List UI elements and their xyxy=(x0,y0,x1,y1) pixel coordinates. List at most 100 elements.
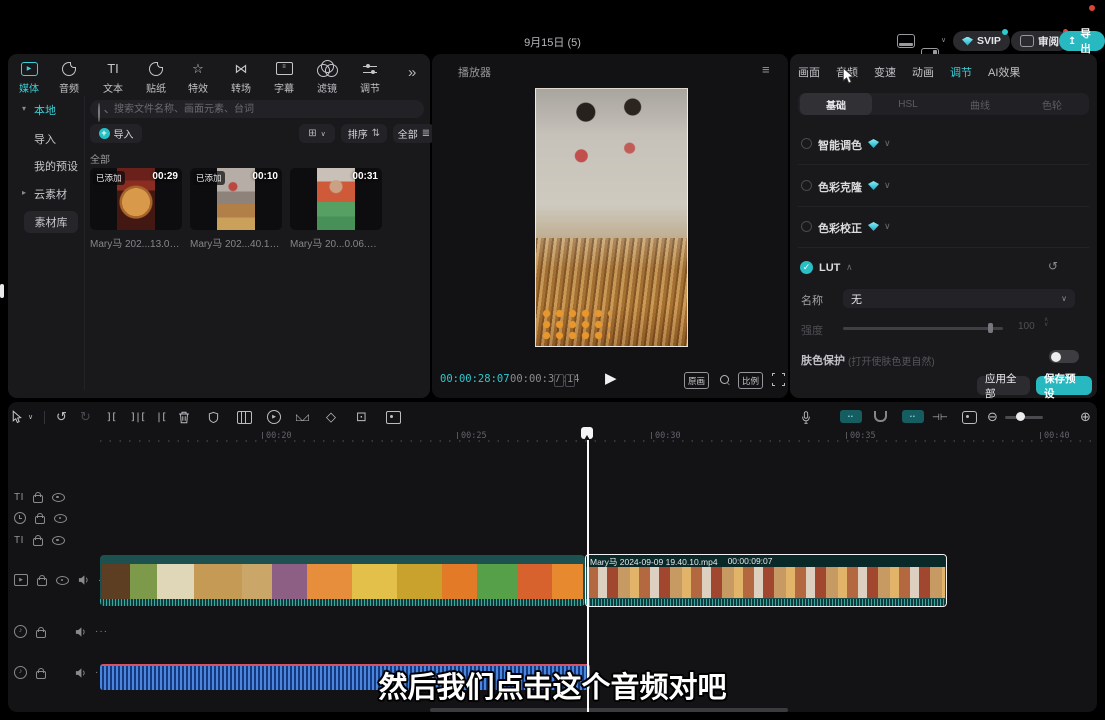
subtab-color-wheel[interactable]: 色轮 xyxy=(1016,93,1088,115)
zoom-in-button[interactable]: ⊕ xyxy=(1080,408,1091,426)
slider-handle[interactable] xyxy=(988,323,993,333)
record-voiceover-button[interactable] xyxy=(801,408,811,426)
skin-protect-toggle[interactable] xyxy=(1049,350,1079,363)
tab-transitions[interactable]: ⋈ 转场 xyxy=(220,60,262,95)
split-delete-right-button[interactable]: |[ xyxy=(156,408,166,426)
fullscreen-icon[interactable] xyxy=(772,373,785,386)
snap-toggle[interactable] xyxy=(874,411,887,422)
ratio-button[interactable]: 比例 xyxy=(738,372,763,389)
sidebar-item-library[interactable]: 素材库 xyxy=(24,211,78,233)
lock-icon[interactable] xyxy=(35,516,45,524)
playhead-handle[interactable] xyxy=(581,427,593,439)
mirror-button[interactable]: ◺◿ xyxy=(296,408,308,426)
fit-timeline-button[interactable] xyxy=(962,408,977,426)
svip-button[interactable]: SVIP xyxy=(953,31,1010,51)
tab-speed[interactable]: 变速 xyxy=(874,64,896,80)
chevron-down-icon[interactable]: ∨ xyxy=(884,180,891,191)
import-media-button[interactable]: + 导入 xyxy=(90,124,142,143)
mask-button[interactable] xyxy=(208,408,219,426)
video-preview[interactable] xyxy=(535,88,688,347)
sidebar-item-local[interactable]: 本地 xyxy=(34,102,56,118)
tab-adjust[interactable]: 调节 xyxy=(349,60,391,95)
video-clip-2-selected[interactable]: Mary马 2024-09-09 19.40.10.mp4 00:00:09:0… xyxy=(585,554,947,607)
tab-media[interactable]: ▶ 媒体 xyxy=(8,60,50,95)
tab-animation[interactable]: 动画 xyxy=(912,64,934,80)
lock-icon[interactable] xyxy=(37,578,47,586)
select-tool-chevron[interactable]: ∨ xyxy=(28,408,33,426)
sidebar-item-presets[interactable]: 我的预设 xyxy=(34,158,78,174)
layout-chevron-icon[interactable]: ∨ xyxy=(941,36,946,44)
view-mode-button[interactable]: ⊞ ∨ xyxy=(299,124,335,143)
chevron-down-icon[interactable]: ∨ xyxy=(884,221,891,232)
lock-icon[interactable] xyxy=(33,495,43,503)
delete-button[interactable] xyxy=(178,408,190,426)
player-menu-icon[interactable]: ≡ xyxy=(762,62,770,77)
save-preset-button[interactable]: 保存预设 xyxy=(1036,376,1092,395)
tab-sticker[interactable]: 贴纸 xyxy=(135,60,177,95)
play-button[interactable]: ▶ xyxy=(605,369,617,387)
timeline-scrollbar[interactable] xyxy=(430,708,788,712)
prev-frame-icon[interactable] xyxy=(554,374,564,387)
redo-button[interactable]: ↻ xyxy=(80,408,91,426)
reset-icon[interactable]: ↺ xyxy=(1048,259,1058,273)
tab-picture[interactable]: 画面 xyxy=(798,64,820,80)
visibility-icon[interactable] xyxy=(54,514,67,523)
visibility-icon[interactable] xyxy=(52,493,65,502)
more-tabs-chevron[interactable]: » xyxy=(408,64,416,81)
subtab-hsl[interactable]: HSL xyxy=(872,93,944,115)
overlay-button[interactable] xyxy=(237,408,252,426)
media-item-1[interactable]: 已添加 00:29 xyxy=(90,168,182,230)
sidebar-item-import[interactable]: 导入 xyxy=(34,131,56,147)
visibility-icon[interactable] xyxy=(56,576,69,585)
stepper-icon[interactable]: ∧∨ xyxy=(1044,318,1048,328)
lock-icon[interactable] xyxy=(33,538,43,546)
apply-all-button[interactable]: 应用全部 xyxy=(977,376,1030,395)
tab-ai-effects[interactable]: AI效果 xyxy=(988,64,1020,80)
smart-color-toggle[interactable] xyxy=(801,138,812,149)
timeline-ruler[interactable]: 00:20 00:25 00:30 00:35 00:40 xyxy=(8,429,1097,444)
split-delete-left-button[interactable]: ]|[ xyxy=(130,408,145,426)
visibility-icon[interactable] xyxy=(52,536,65,545)
color-correct-toggle[interactable] xyxy=(801,221,812,232)
tab-effects[interactable]: ☆ 特效 xyxy=(177,60,219,95)
preview-axis-toggle[interactable]: ⊣⊢ xyxy=(932,408,948,426)
layout-bottom-icon[interactable] xyxy=(897,34,915,48)
subtab-basic[interactable]: 基础 xyxy=(800,93,872,115)
lut-enabled-checkbox[interactable]: ✓ xyxy=(800,261,813,274)
freeze-frame-button[interactable]: ▶ xyxy=(267,408,281,426)
mute-icon[interactable] xyxy=(78,575,89,585)
subtab-curves[interactable]: 曲线 xyxy=(944,93,1016,115)
track-more-icon[interactable]: ··· xyxy=(95,626,108,637)
zoom-out-button[interactable]: ⊖ xyxy=(987,408,998,426)
tab-text[interactable]: TI 文本 xyxy=(92,60,134,95)
collapse-icon[interactable]: ∧ xyxy=(846,262,853,273)
tab-audio[interactable]: 音频 xyxy=(48,60,90,95)
video-clip-1[interactable] xyxy=(100,555,585,606)
zoom-slider-handle[interactable] xyxy=(1016,412,1025,421)
media-item-3[interactable]: 00:31 xyxy=(290,168,382,230)
chevron-down-icon[interactable]: ∨ xyxy=(884,138,891,149)
zoom-fit-icon[interactable] xyxy=(720,375,729,384)
mute-icon[interactable] xyxy=(75,627,86,637)
link-toggle[interactable]: ▪▪ xyxy=(902,410,924,423)
sidebar-item-cloud[interactable]: 云素材 xyxy=(34,186,67,202)
tab-filters[interactable]: 滤镜 xyxy=(306,60,348,95)
rotate-button[interactable]: ◇ xyxy=(326,408,336,426)
lut-name-select[interactable]: 无 ∨ xyxy=(843,289,1075,308)
export-frame-button[interactable] xyxy=(386,408,401,426)
select-tool[interactable] xyxy=(11,408,23,426)
search-input[interactable] xyxy=(90,100,424,118)
export-button[interactable]: ↥ 导出 xyxy=(1059,31,1105,51)
undo-button[interactable]: ↺ xyxy=(56,408,67,426)
filter-all-button[interactable]: 全部 ≣ xyxy=(393,124,435,143)
tab-adjustment[interactable]: 调节 xyxy=(950,64,972,80)
quality-button[interactable]: 原画 xyxy=(684,372,709,389)
lut-strength-slider[interactable] xyxy=(843,327,1003,330)
lock-icon[interactable] xyxy=(36,630,46,638)
lut-strength-value[interactable]: 100 xyxy=(1018,321,1035,332)
tab-captions[interactable]: ≡ 字幕 xyxy=(263,60,305,95)
sort-button[interactable]: 排序 ⇅ xyxy=(341,124,387,143)
crop-button[interactable]: ⊡ xyxy=(356,408,367,426)
color-clone-toggle[interactable] xyxy=(801,180,812,191)
next-frame-icon[interactable] xyxy=(565,374,575,387)
